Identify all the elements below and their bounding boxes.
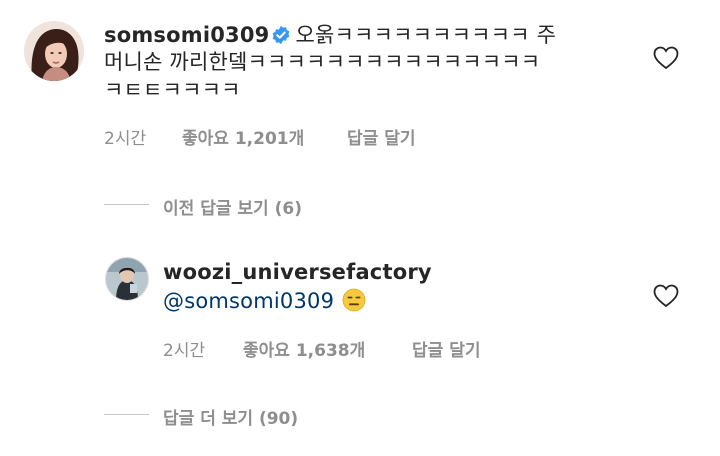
comment-username[interactable]: woozi_universefactory <box>163 260 432 284</box>
avatar-woozi_universefactory[interactable] <box>105 257 149 301</box>
like-heart-icon[interactable] <box>653 46 679 70</box>
like-heart-icon[interactable] <box>653 284 679 308</box>
comments-section: somsomi0309 오옭ㅋㅋㅋㅋㅋㅋㅋㅋㅋㅋ 주 머니손 까리한뎈ㅋㅋㅋㅋㅋㅋ… <box>0 0 720 456</box>
comment-likes-count[interactable]: 좋아요 1,201개 <box>182 124 304 149</box>
avatar-somsomi0309[interactable] <box>24 21 84 81</box>
reply-body: @somsomi0309 <box>163 288 366 319</box>
divider-line <box>104 414 149 415</box>
comment-text-line: somsomi0309 오옭ㅋㅋㅋㅋㅋㅋㅋㅋㅋㅋ 주 <box>104 22 556 52</box>
comment-time: 2시간 <box>104 129 147 149</box>
divider-line <box>104 204 149 205</box>
expressionless-face-icon <box>342 288 366 319</box>
comment-body-line-2: 머니손 까리한뎈ㅋㅋㅋㅋㅋㅋㅋㅋㅋㅋㅋㅋㅋㅋㅋ <box>104 50 541 74</box>
comment-body: 오옭ㅋㅋㅋㅋㅋㅋㅋㅋㅋㅋ 주 <box>295 23 557 47</box>
reply-button[interactable]: 답글 달기 <box>412 336 480 361</box>
reply-username: woozi_universefactory <box>163 259 432 286</box>
view-more-replies-label[interactable]: 답글 더 보기 (90) <box>163 404 298 429</box>
comment-likes-count[interactable]: 좋아요 1,638개 <box>243 336 365 361</box>
verified-badge-icon <box>271 25 291 52</box>
view-previous-replies-label[interactable]: 이전 답글 보기 (6) <box>163 194 302 219</box>
comment-time: 2시간 <box>163 341 206 361</box>
comment-username[interactable]: somsomi0309 <box>104 23 269 47</box>
reply-button[interactable]: 답글 달기 <box>347 124 415 149</box>
mention-link[interactable]: @somsomi0309 <box>163 289 334 313</box>
comment-body-line-3: ㅋㅌㅌㅋㅋㅋㅋ <box>104 78 241 102</box>
